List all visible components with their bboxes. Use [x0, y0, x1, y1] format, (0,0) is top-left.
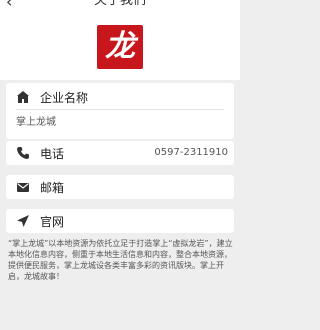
logo-glyph: 龙 [105, 29, 135, 64]
mail-icon [16, 180, 30, 194]
phone-row[interactable]: 电话 0597-2311910 [6, 141, 234, 165]
about-description: “掌上龙城”以本地资源为依托立足于打造掌上“虚拟龙岩”，建立本地化信息内容，侧重… [8, 239, 233, 281]
page-title: 关于我们 [93, 0, 146, 8]
location-arrow-icon [16, 214, 30, 228]
company-name-label: 企业名称 [40, 90, 89, 105]
website-row[interactable]: 官网 [6, 209, 234, 233]
website-label: 官网 [40, 214, 65, 229]
company-name-value: 掌上龙城 [16, 117, 56, 128]
phone-icon [16, 146, 30, 160]
nav-bar: ‹ 关于我们 [0, 0, 240, 14]
email-row[interactable]: 邮箱 [6, 175, 234, 199]
phone-value: 0597-2311910 [154, 147, 228, 158]
logo-section: 龙 [0, 14, 240, 80]
company-card: 企业名称 掌上龙城 [6, 83, 234, 139]
divider [16, 109, 224, 110]
email-label: 邮箱 [40, 180, 65, 195]
building-icon [16, 90, 30, 104]
phone-label: 电话 [40, 146, 65, 161]
app-logo: 龙 [97, 25, 143, 69]
